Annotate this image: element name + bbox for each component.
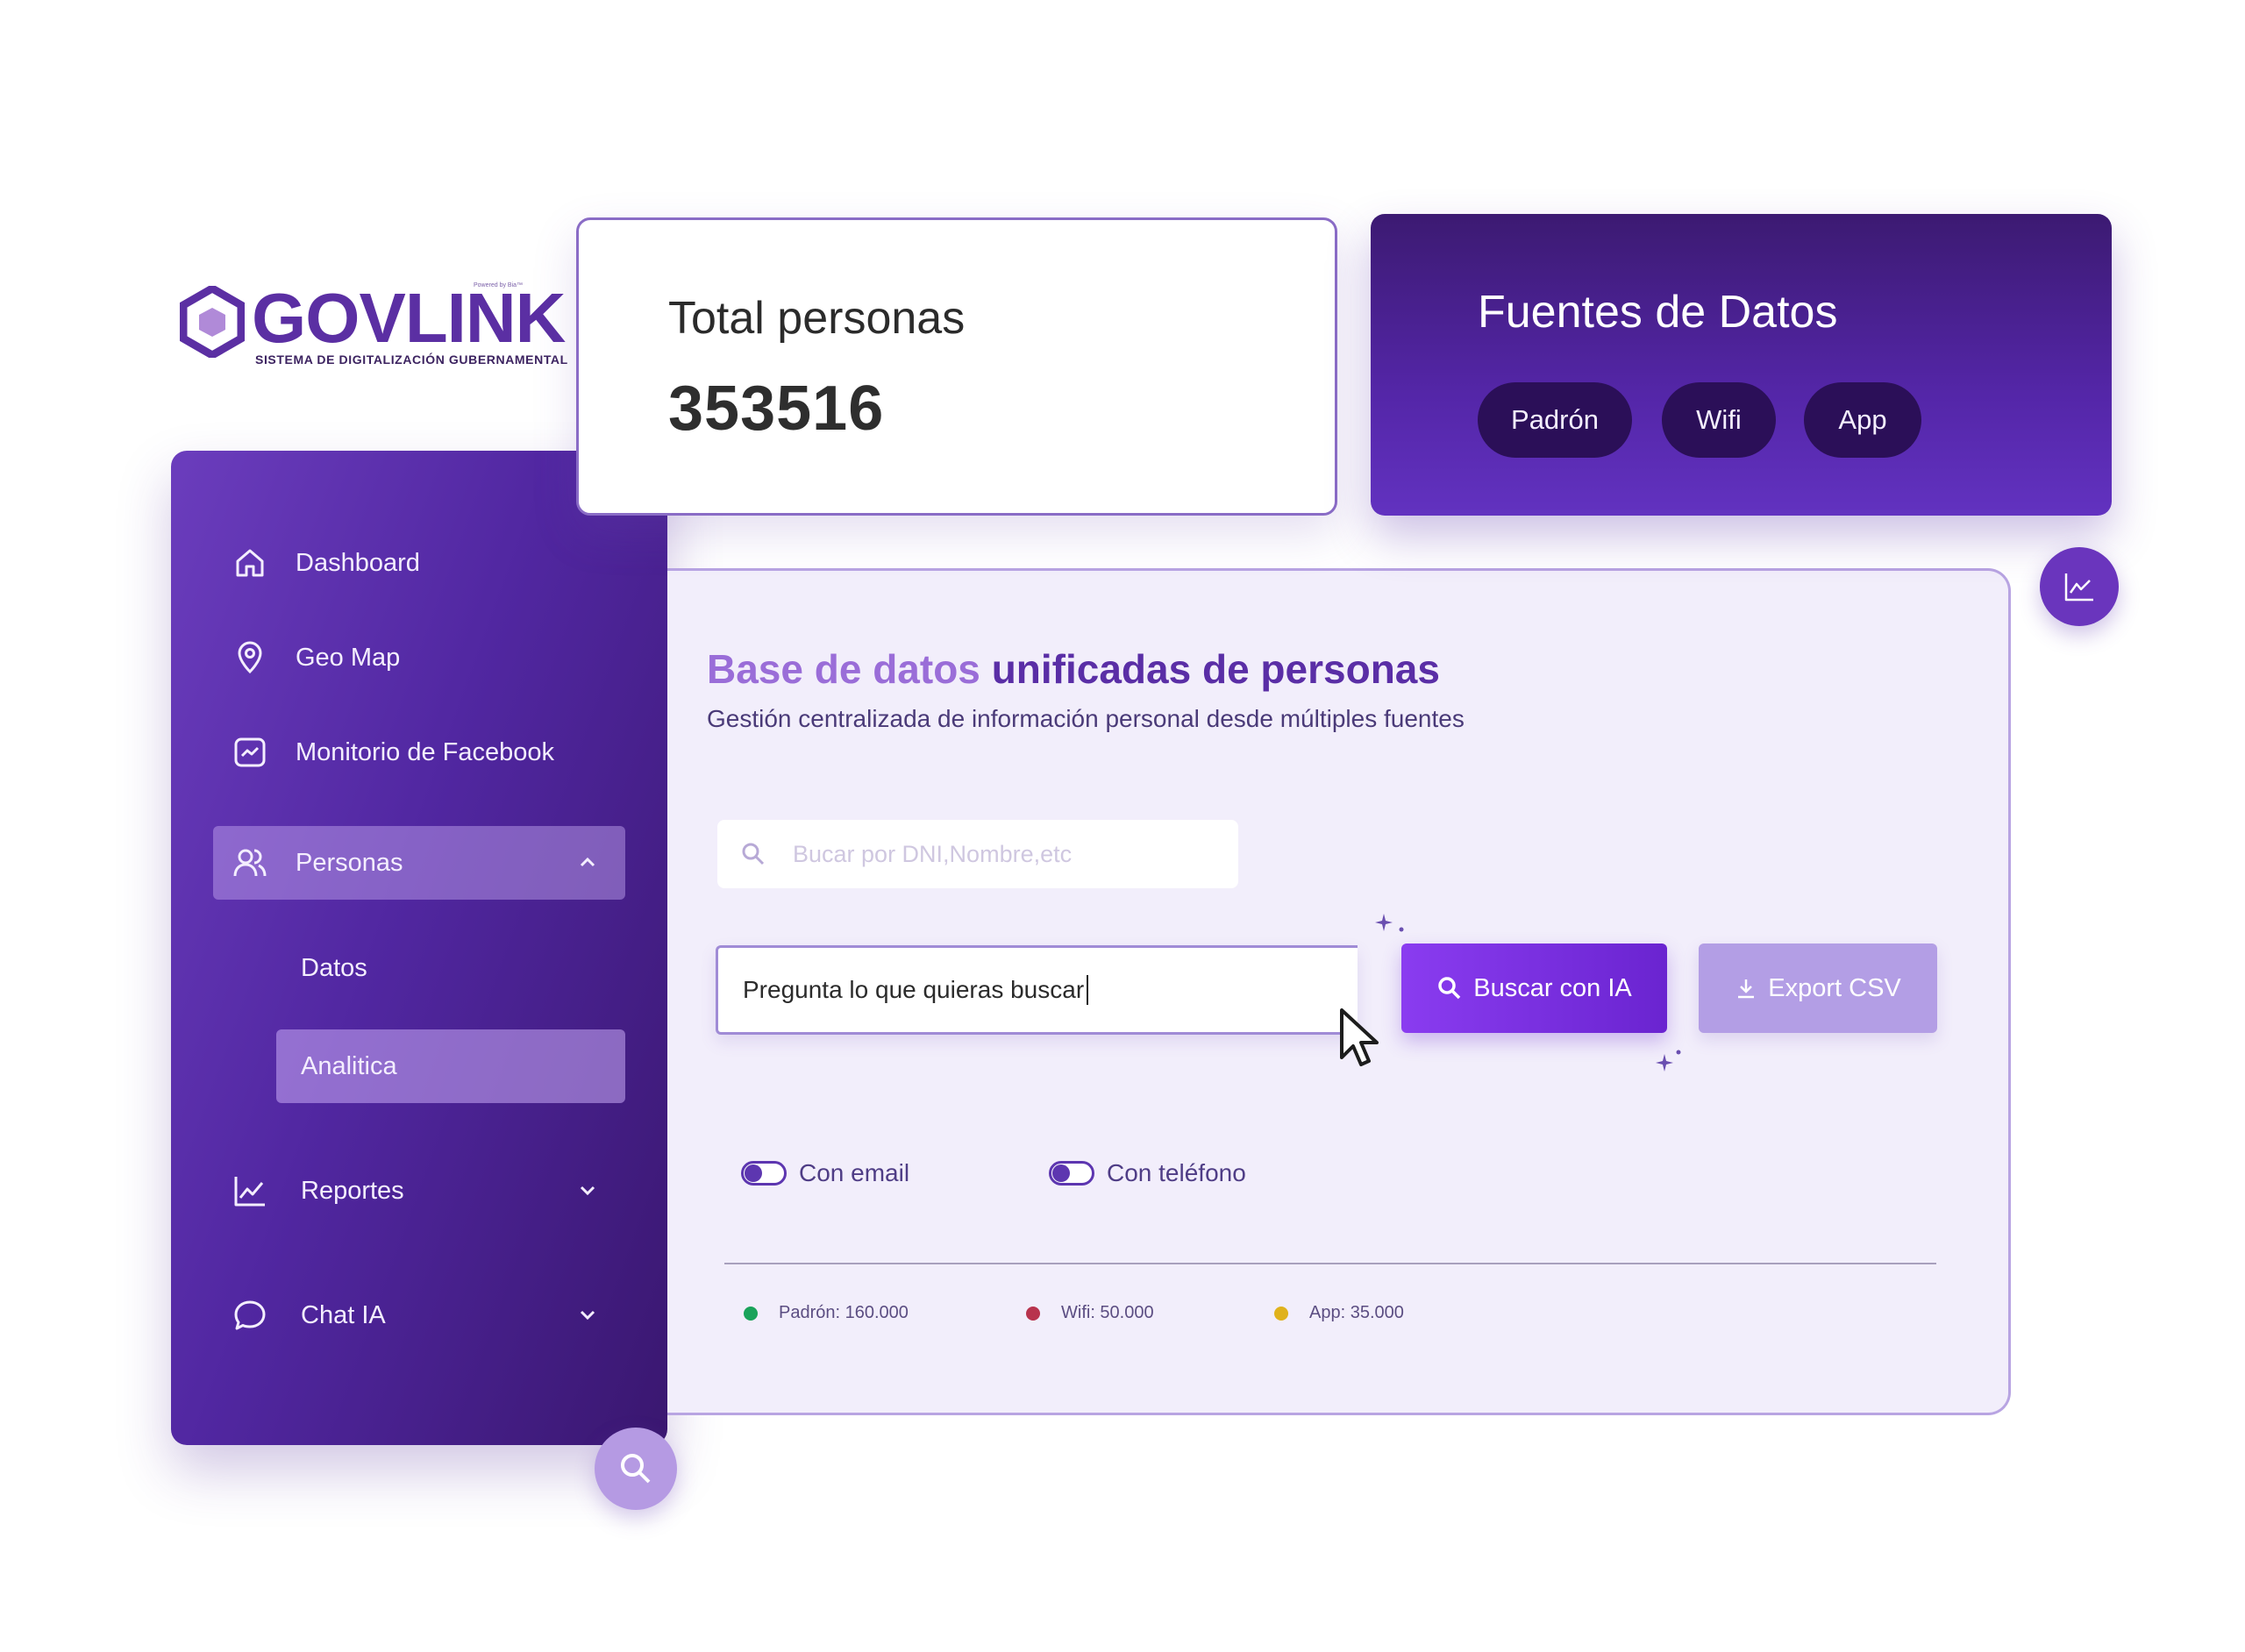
search-fab-button[interactable] xyxy=(595,1428,677,1510)
sidebar-item-reportes[interactable]: Reportes xyxy=(213,1154,625,1228)
search-input[interactable] xyxy=(793,840,1214,868)
logo-wordmark: GOVLINK xyxy=(252,279,566,357)
sidebar-subitem-label: Datos xyxy=(301,953,367,982)
total-personas-card: Total personas 353516 xyxy=(576,217,1337,516)
page-title-part-2: unificadas de personas xyxy=(991,646,1440,692)
sidebar-item-personas[interactable]: Personas xyxy=(213,826,625,900)
chevron-up-icon xyxy=(580,857,595,867)
mouse-cursor-icon xyxy=(1340,1008,1379,1066)
legend-item-padron: Padrón: 160.000 xyxy=(744,1303,909,1323)
sidebar-item-label: Geo Map xyxy=(296,643,401,672)
search-with-ai-label: Buscar con IA xyxy=(1473,973,1632,1002)
ai-prompt-text: Pregunta lo que quieras buscar xyxy=(743,976,1085,1003)
sidebar-item-label: Monitorio de Facebook xyxy=(296,737,554,766)
chevron-down-icon xyxy=(580,1186,595,1196)
sidebar-item-dashboard[interactable]: Dashboard xyxy=(213,526,625,600)
search-with-ai-button[interactable]: Buscar con IA xyxy=(1401,943,1667,1033)
legend-dot xyxy=(1026,1306,1040,1321)
search-icon xyxy=(1438,977,1461,1000)
filter-phone-toggle[interactable]: Con teléfono xyxy=(1049,1159,1246,1187)
legend-item-wifi: Wifi: 50.000 xyxy=(1026,1303,1154,1323)
legend-label: Padrón: 160.000 xyxy=(779,1303,909,1322)
line-chart-icon xyxy=(231,1171,269,1210)
page-title-part-1: Base de datos xyxy=(707,646,980,692)
map-pin-icon xyxy=(231,638,269,677)
search-field[interactable] xyxy=(717,820,1238,888)
toggle-label: Con teléfono xyxy=(1107,1159,1246,1186)
legend-item-app: App: 35.000 xyxy=(1274,1303,1404,1323)
sidebar-subitem-datos[interactable]: Datos xyxy=(276,931,625,1005)
chat-bubble-icon xyxy=(231,1296,269,1335)
logo-tagline: SISTEMA DE DIGITALIZACIÓN GUBERNAMENTAL xyxy=(255,352,568,367)
source-pill-wifi[interactable]: Wifi xyxy=(1662,382,1776,458)
page-subtitle: Gestión centralizada de información pers… xyxy=(707,705,1465,732)
home-icon xyxy=(231,544,269,582)
search-icon xyxy=(742,843,765,865)
hexagon-logo-icon xyxy=(180,286,245,358)
divider xyxy=(724,1263,1936,1264)
sidebar-item-label: Reportes xyxy=(301,1176,404,1205)
data-sources-card: Fuentes de Datos Padrón Wifi App xyxy=(1371,214,2112,516)
govlink-logo: GOVLINK Powered by Bia™ SISTEMA DE DIGIT… xyxy=(180,279,567,375)
sidebar-item-label: Personas xyxy=(296,848,403,877)
logo-powered-by: Powered by Bia™ xyxy=(474,282,524,288)
sidebar-subitem-analitica[interactable]: Analitica xyxy=(276,1029,625,1103)
sidebar-item-monitorio-facebook[interactable]: Monitorio de Facebook xyxy=(213,716,625,789)
legend-dot xyxy=(1274,1306,1288,1321)
filter-email-toggle[interactable]: Con email xyxy=(741,1159,909,1187)
total-personas-title: Total personas xyxy=(668,293,966,344)
data-sources-title: Fuentes de Datos xyxy=(1478,287,1838,338)
export-csv-button[interactable]: Export CSV xyxy=(1699,943,1937,1033)
export-csv-label: Export CSV xyxy=(1768,973,1901,1002)
sparkle-icon xyxy=(1656,1050,1681,1072)
sidebar-item-geo-map[interactable]: Geo Map xyxy=(213,621,625,694)
toggle-switch[interactable] xyxy=(1049,1161,1094,1186)
legend-label: Wifi: 50.000 xyxy=(1061,1303,1154,1322)
page-title: Base de datos unificadas de personas xyxy=(707,645,1440,693)
app-frame: GOVLINK Powered by Bia™ SISTEMA DE DIGIT… xyxy=(0,0,2245,1652)
total-personas-value: 353516 xyxy=(668,374,885,444)
users-icon xyxy=(231,844,269,882)
toggle-switch[interactable] xyxy=(741,1161,787,1186)
trend-box-icon xyxy=(231,733,269,772)
legend-dot xyxy=(744,1306,758,1321)
sidebar-item-label: Dashboard xyxy=(296,548,420,577)
sidebar: Dashboard Geo Map Monitorio de Facebook … xyxy=(171,451,667,1445)
chevron-down-icon xyxy=(580,1310,595,1321)
source-pill-app[interactable]: App xyxy=(1804,382,1921,458)
sparkle-icon xyxy=(1375,914,1404,932)
download-icon xyxy=(1738,979,1755,999)
ai-prompt-field[interactable]: Pregunta lo que quieras buscar xyxy=(716,945,1358,1035)
search-icon xyxy=(621,1454,651,1484)
sidebar-subitem-label: Analitica xyxy=(301,1051,397,1080)
source-pill-padron[interactable]: Padrón xyxy=(1478,382,1632,458)
line-chart-icon xyxy=(2064,573,2093,602)
text-caret xyxy=(1087,975,1089,1005)
toggle-label: Con email xyxy=(799,1159,910,1186)
legend-label: App: 35.000 xyxy=(1309,1303,1404,1322)
sidebar-item-chat-ia[interactable]: Chat IA xyxy=(213,1278,625,1352)
analytics-fab-button[interactable] xyxy=(2040,547,2119,626)
sidebar-item-label: Chat IA xyxy=(301,1300,386,1329)
